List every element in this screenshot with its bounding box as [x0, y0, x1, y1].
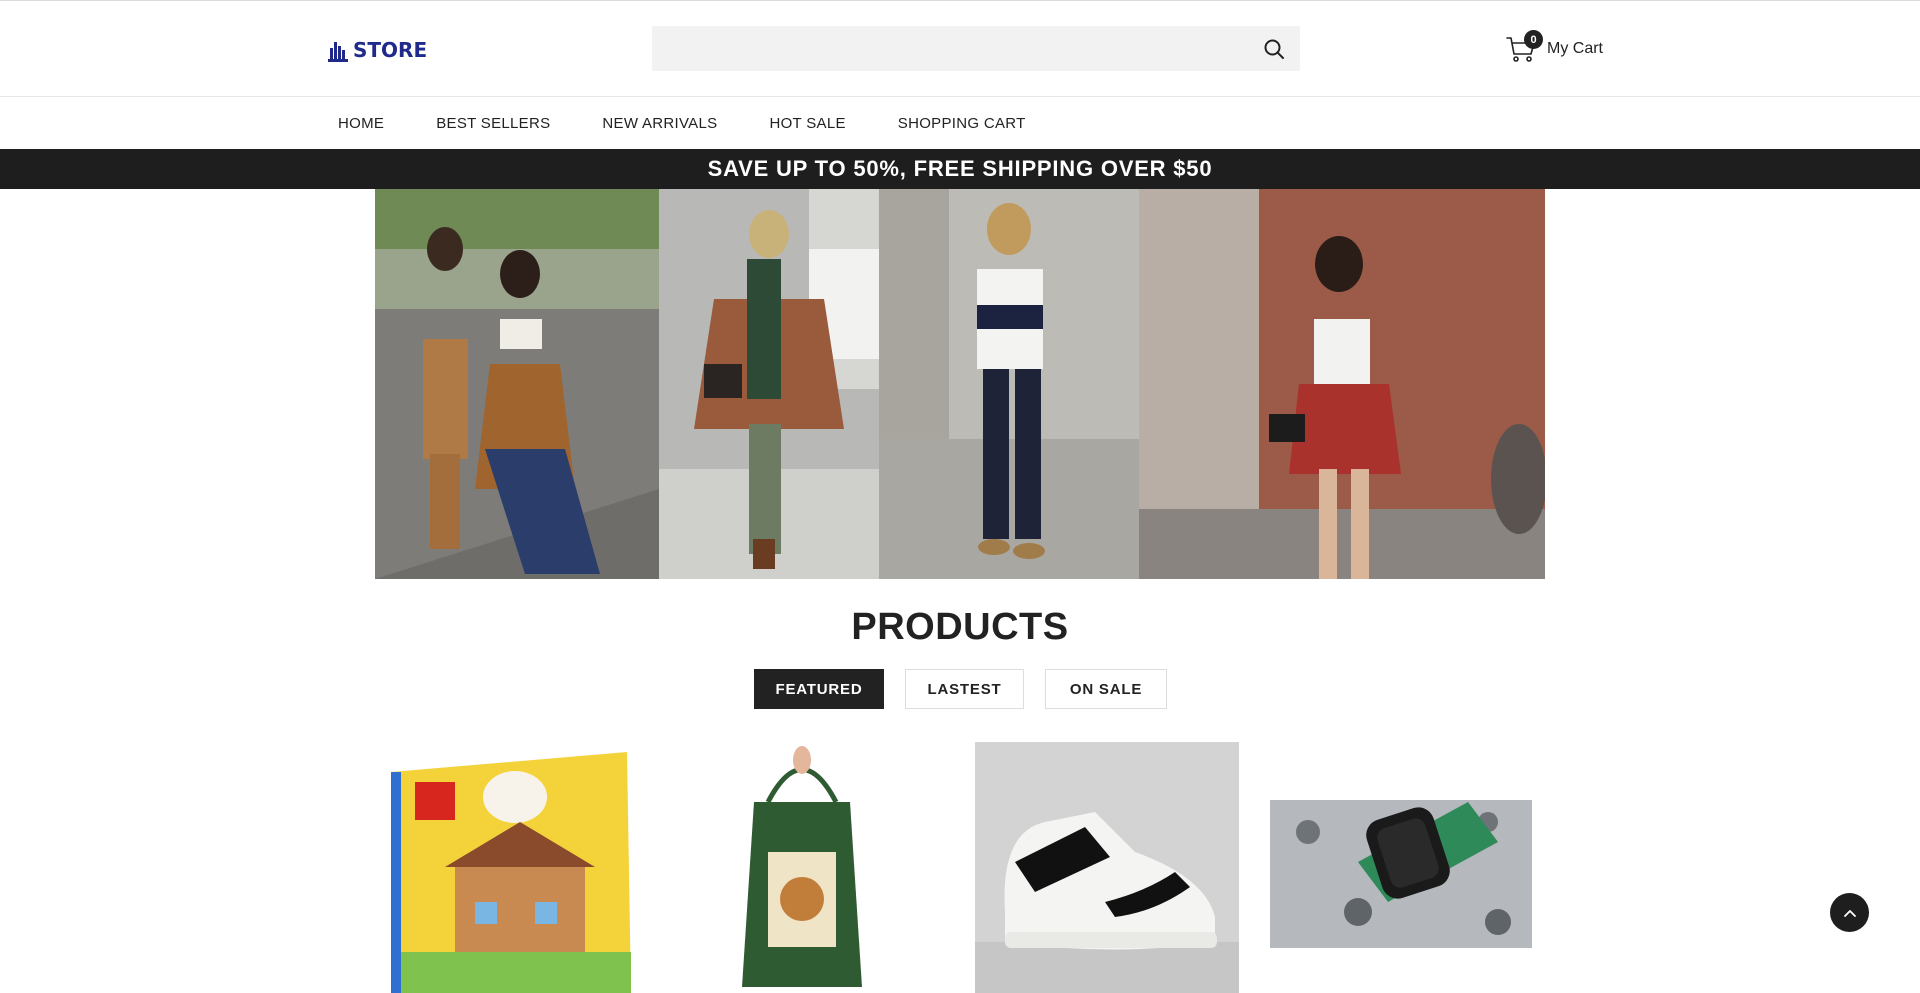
product-card[interactable] [375, 742, 643, 993]
site-header: STORE 0 My Cart [0, 1, 1920, 97]
product-tabs: FEATURED LASTEST ON SALE [754, 669, 1167, 709]
hero-banner[interactable] [375, 189, 1545, 579]
product-image-smartwatch [1268, 742, 1532, 993]
logo-text: STORE [353, 38, 428, 62]
hero-photo-2 [659, 189, 879, 579]
product-grid [375, 742, 1545, 993]
tab-featured[interactable]: FEATURED [754, 669, 884, 709]
nav-item-home[interactable]: HOME [338, 115, 384, 132]
nav-item-best-sellers[interactable]: BEST SELLERS [436, 115, 550, 132]
product-card[interactable] [975, 742, 1239, 993]
main-nav: HOME BEST SELLERS NEW ARRIVALS HOT SALE … [0, 97, 1920, 149]
search-icon[interactable] [1262, 37, 1286, 61]
my-cart-button[interactable]: 0 My Cart [1505, 30, 1603, 67]
back-to-top-button[interactable] [1830, 893, 1869, 932]
products-heading: PRODUCTS [851, 606, 1069, 648]
search-input[interactable] [652, 26, 1242, 71]
cart-count-badge: 0 [1524, 30, 1543, 49]
hero-photo-4 [1139, 189, 1545, 579]
product-image-lego-box [375, 742, 643, 993]
product-card[interactable] [668, 742, 936, 993]
tab-lastest[interactable]: LASTEST [905, 669, 1024, 709]
store-logo[interactable]: STORE [328, 37, 427, 63]
nav-item-hot-sale[interactable]: HOT SALE [769, 115, 845, 132]
nav-item-shopping-cart[interactable]: SHOPPING CART [898, 115, 1026, 132]
product-image-tote-bag [668, 742, 936, 993]
tab-on-sale[interactable]: ON SALE [1045, 669, 1167, 709]
cart-icon: 0 [1505, 30, 1543, 65]
cart-label: My Cart [1547, 40, 1603, 57]
product-image-sneaker [975, 742, 1239, 993]
nav-item-new-arrivals[interactable]: NEW ARRIVALS [602, 115, 717, 132]
hero-photo-3 [879, 189, 1139, 579]
chevron-up-icon [1843, 909, 1856, 917]
store-logo-icon [328, 42, 348, 62]
search-bar [652, 26, 1300, 71]
hero-photo-1 [375, 189, 659, 579]
product-card[interactable] [1268, 742, 1532, 993]
promo-banner: SAVE UP TO 50%, FREE SHIPPING OVER $50 [0, 149, 1920, 189]
